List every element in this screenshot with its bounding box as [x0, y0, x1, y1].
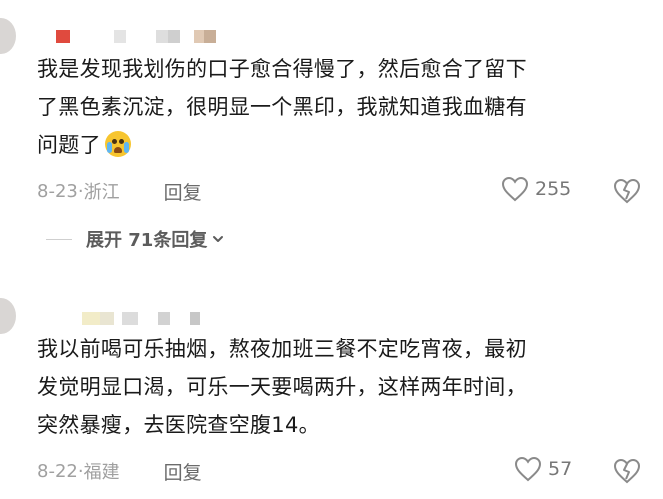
heart-outline-icon	[514, 456, 542, 482]
comment-text-line: 我以前喝可乐抽烟，熬夜加班三餐不定吃宵夜，最初	[37, 337, 527, 361]
comment-location: 浙江	[83, 182, 120, 203]
expand-replies-button[interactable]: 展开 71条回复	[46, 224, 225, 254]
broken-heart-icon	[613, 458, 641, 484]
comment-text-line: 突然暴瘦，去医院查空腹14。	[37, 413, 320, 437]
heart-outline-icon	[501, 176, 529, 202]
comment-text-line: 了黑色素沉淀，很明显一个黑印，我就知道我血糖有	[37, 95, 527, 119]
broken-heart-icon	[613, 178, 641, 204]
comment-text: 我是发现我划伤的口子愈合得慢了，然后愈合了留下 了黑色素沉淀，很明显一个黑印，我…	[37, 50, 647, 164]
reply-button[interactable]: 回复	[164, 178, 202, 205]
avatar[interactable]	[0, 298, 16, 334]
comment-meta: 8-22 · 福建 回复	[37, 456, 202, 486]
comment-date: 8-22	[37, 460, 78, 482]
like-count: 57	[548, 458, 573, 480]
expand-replies-label: 展开 71条回复	[86, 230, 208, 251]
avatar[interactable]	[0, 18, 16, 54]
like-button[interactable]: 57	[514, 456, 572, 482]
reply-button[interactable]: 回复	[164, 458, 202, 485]
comment-meta: 8-23 · 浙江 回复	[37, 176, 202, 206]
chevron-down-icon	[213, 236, 224, 242]
like-count: 255	[535, 178, 572, 200]
dislike-button[interactable]	[613, 178, 641, 208]
redacted-username[interactable]	[56, 30, 216, 43]
comment-text-line: 发觉明显口渴，可乐一天要喝两升，这样两年时间，	[37, 375, 527, 399]
comment-date: 8-23	[37, 180, 78, 202]
comment-text: 我以前喝可乐抽烟，熬夜加班三餐不定吃宵夜，最初 发觉明显口渴，可乐一天要喝两升，…	[37, 330, 647, 444]
comment-text-line: 我是发现我划伤的口子愈合得慢了，然后愈合了留下	[37, 57, 527, 81]
comment-location: 福建	[83, 462, 120, 483]
divider-line	[46, 238, 72, 240]
dislike-button[interactable]	[613, 458, 641, 488]
crying-face-emoji-icon	[104, 131, 131, 157]
comment-list: 我是发现我划伤的口子愈合得慢了，然后愈合了留下 了黑色素沉淀，很明显一个黑印，我…	[0, 0, 663, 499]
like-button[interactable]: 255	[501, 176, 571, 202]
redacted-username[interactable]	[82, 312, 200, 325]
comment-text-line: 问题了	[37, 133, 101, 157]
